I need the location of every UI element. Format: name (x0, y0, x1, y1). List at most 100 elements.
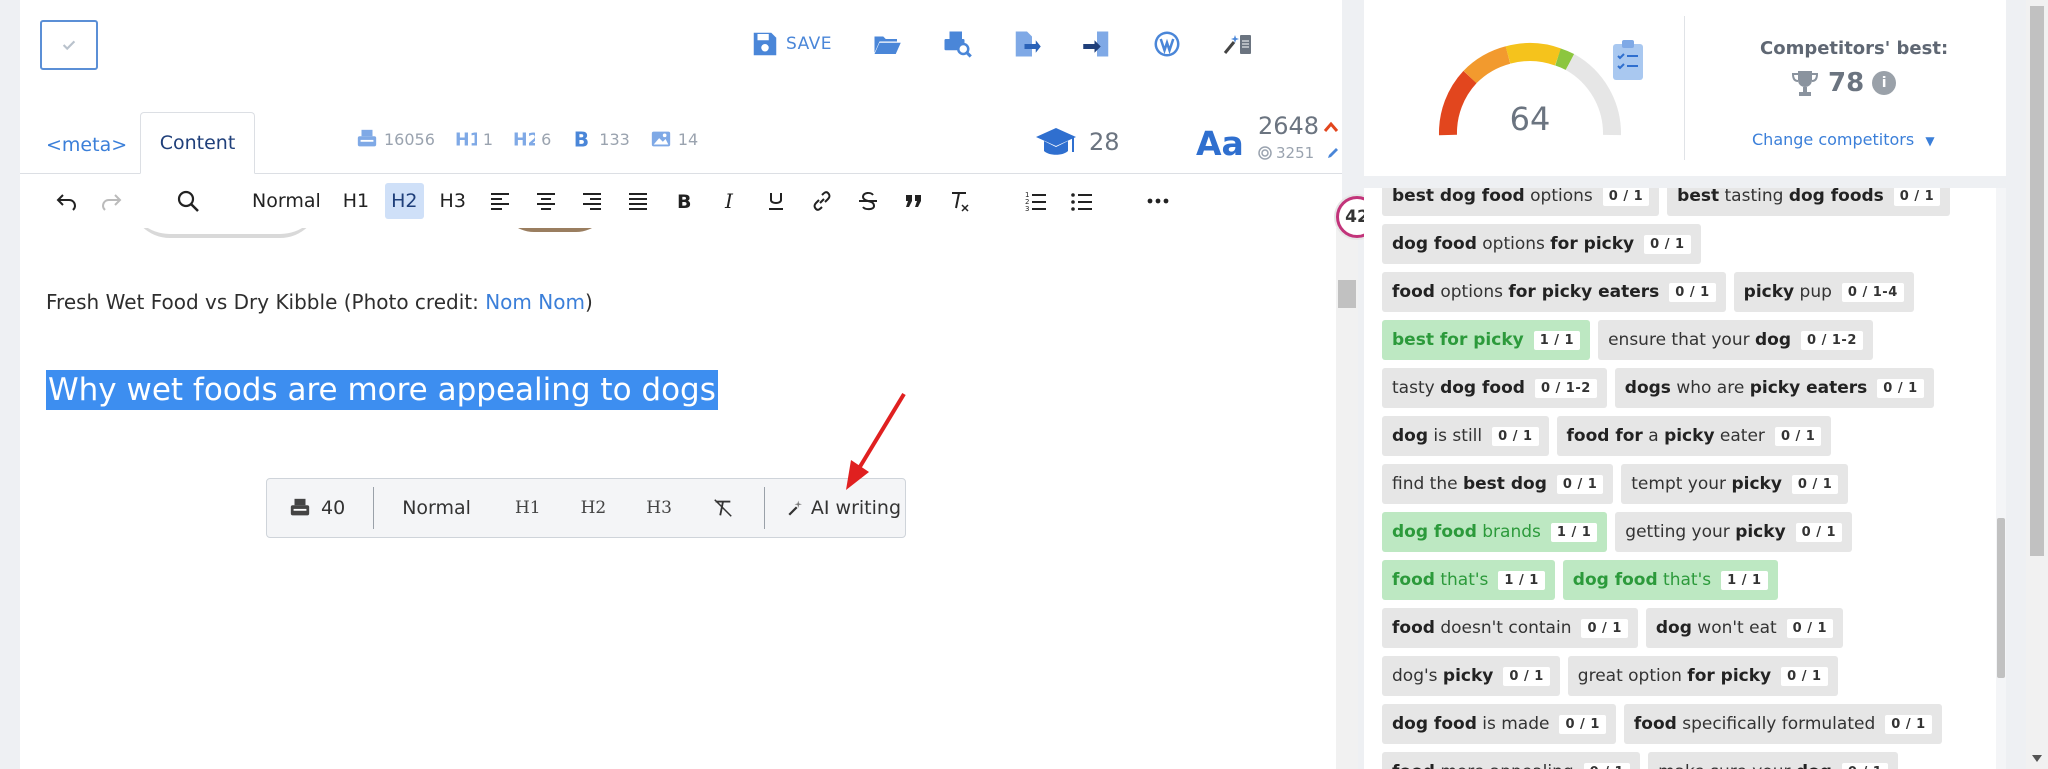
float-h3[interactable]: H3 (646, 498, 672, 518)
keyword-scrollbar[interactable] (1996, 188, 2006, 769)
clear-format-button[interactable] (942, 183, 978, 219)
editor-scrollbar[interactable] (1336, 228, 1358, 769)
keyword-text: picky pup (1744, 282, 1832, 302)
float-normal[interactable]: Normal (402, 497, 471, 519)
keyword-chip[interactable]: dog food brands 1 / 1 (1382, 512, 1608, 552)
ordered-list-icon: 123 (1025, 191, 1046, 213)
keyword-chip[interactable]: food that's 1 / 1 (1382, 560, 1555, 600)
format-normal[interactable]: Normal (246, 183, 327, 219)
keyword-chip[interactable]: dog is still 0 / 1 (1382, 416, 1549, 456)
image-caption: Fresh Wet Food vs Dry Kibble (Photo cred… (46, 290, 593, 314)
change-competitors-link[interactable]: Change competitors ▼ (1752, 130, 1935, 149)
undo-button[interactable] (48, 183, 84, 219)
keyword-text-part: doesn't contain (1434, 618, 1572, 638)
keyword-chip[interactable]: food specifically formulated 0 / 1 (1623, 704, 1942, 744)
keyword-chip[interactable]: best tasting dog foods 0 / 1 (1667, 188, 1951, 216)
keyword-scroll-thumb[interactable] (1997, 518, 2005, 678)
keyword-chip[interactable]: dog food is made 0 / 1 (1382, 704, 1616, 744)
bullet-list-button[interactable] (1064, 183, 1100, 219)
document-body[interactable]: Fresh Wet Food vs Dry Kibble (Photo cred… (20, 228, 1310, 769)
wordpress-button[interactable] (1152, 26, 1182, 62)
image-icon (651, 131, 670, 147)
keyword-text-part: eater (1714, 426, 1765, 446)
keyword-chip[interactable]: getting your picky 0 / 1 (1615, 512, 1853, 552)
keyword-chip[interactable]: ensure that your dog 0 / 1-2 (1598, 320, 1873, 360)
confirm-button[interactable] (40, 20, 98, 70)
open-folder-button[interactable] (872, 26, 902, 62)
keyword-chip[interactable]: food for a picky eater 0 / 1 (1556, 416, 1832, 456)
top-toolbar: SAVE (750, 26, 1292, 62)
align-justify-button[interactable] (620, 183, 656, 219)
info-icon[interactable]: i (1872, 71, 1897, 95)
keyword-chip[interactable]: food options for picky eaters 0 / 1 (1382, 272, 1726, 312)
save-button[interactable]: SAVE (750, 26, 832, 62)
ordered-list-button[interactable]: 123 (1018, 183, 1054, 219)
italic-button[interactable]: I (712, 183, 748, 219)
keyword-text-part: best dog (1462, 474, 1547, 494)
search-button[interactable] (170, 183, 206, 219)
tab-content[interactable]: Content (140, 112, 255, 174)
document-stats: 16056 H1 1 H2 6 B 133 14 (356, 128, 718, 150)
keyword-chip[interactable]: best dog food options 0 / 1 (1382, 188, 1660, 216)
more-options-button[interactable] (1140, 183, 1176, 219)
import-button[interactable] (1082, 26, 1112, 62)
stat-bold-value: 133 (599, 129, 630, 149)
keyword-chip[interactable]: dog food options for picky 0 / 1 (1382, 224, 1701, 264)
keyword-chip[interactable]: dog food that's 1 / 1 (1562, 560, 1778, 600)
float-clear-format[interactable] (712, 497, 734, 519)
caption-link[interactable]: Nom Nom (485, 290, 585, 314)
wordpress-icon (1154, 31, 1180, 57)
align-right-button[interactable] (574, 183, 610, 219)
quote-button[interactable] (896, 183, 932, 219)
ai-generate-button[interactable] (1222, 26, 1252, 62)
underline-button[interactable] (758, 183, 794, 219)
keyword-text: dogs who are picky eaters (1625, 378, 1867, 398)
keyword-chip[interactable]: food doesn't contain 0 / 1 (1382, 608, 1638, 648)
keyword-chip[interactable]: find the best dog 0 / 1 (1382, 464, 1614, 504)
keyword-chip[interactable]: make sure your dog 0 / 1 (1648, 752, 1899, 769)
preview-button[interactable] (942, 26, 972, 62)
edit-icon[interactable] (1326, 146, 1340, 160)
keyword-chip[interactable]: dog's picky 0 / 1 (1382, 656, 1560, 696)
reading-grade[interactable]: 28 (1035, 124, 1120, 160)
redo-button[interactable] (94, 183, 130, 219)
save-icon (753, 32, 777, 56)
page-scroll-thumb[interactable] (2030, 6, 2044, 556)
keyword-chip[interactable]: dogs who are picky eaters 0 / 1 (1614, 368, 1934, 408)
keyword-text-part: picky (1743, 282, 1795, 302)
format-h2[interactable]: H2 (385, 183, 424, 219)
format-h1[interactable]: H1 (337, 183, 375, 219)
undo-icon (56, 194, 77, 211)
keyword-chip[interactable]: food more appealing 0 / 1 (1382, 752, 1641, 769)
format-h3[interactable]: H3 (434, 183, 472, 219)
float-h1[interactable]: H1 (515, 498, 541, 518)
clipboard-checklist-icon[interactable] (1610, 38, 1646, 82)
editor-scroll-thumb[interactable] (1338, 280, 1356, 308)
link-button[interactable] (804, 183, 840, 219)
keyword-chip[interactable]: tempt your picky 0 / 1 (1621, 464, 1849, 504)
tab-meta[interactable]: <meta> (46, 134, 127, 156)
bold-button[interactable]: B (666, 183, 702, 219)
svg-text:H1: H1 (455, 130, 477, 150)
scroll-down-arrow-icon[interactable] (2030, 752, 2044, 764)
keyword-count: 1 / 1 (1498, 570, 1545, 590)
keyword-chip[interactable]: dog won't eat 0 / 1 (1645, 608, 1844, 648)
font-size-icon[interactable]: Aa (1196, 124, 1244, 163)
align-center-button[interactable] (528, 183, 564, 219)
stat-h1: H1 1 (455, 128, 493, 151)
keyword-chip[interactable]: great option for picky 0 / 1 (1567, 656, 1838, 696)
keyword-text: food specifically formulated (1634, 714, 1875, 734)
float-word-count-value: 40 (321, 497, 346, 519)
keyword-chip[interactable]: picky pup 0 / 1-4 (1733, 272, 1914, 312)
keyword-text-part: dog food (1392, 522, 1477, 542)
align-left-button[interactable] (482, 183, 518, 219)
strikethrough-button[interactable] (850, 183, 886, 219)
selected-heading[interactable]: Why wet foods are more appealing to dogs (46, 370, 718, 410)
svg-text:B: B (574, 128, 589, 150)
float-ai-writing[interactable]: AI writing (787, 497, 901, 519)
keyword-count: 0 / 1-2 (1534, 378, 1597, 398)
keyword-chip[interactable]: tasty dog food 0 / 1-2 (1382, 368, 1607, 408)
keyword-chip[interactable]: best for picky 1 / 1 (1382, 320, 1591, 360)
float-h2[interactable]: H2 (581, 498, 607, 518)
export-button[interactable] (1012, 26, 1042, 62)
